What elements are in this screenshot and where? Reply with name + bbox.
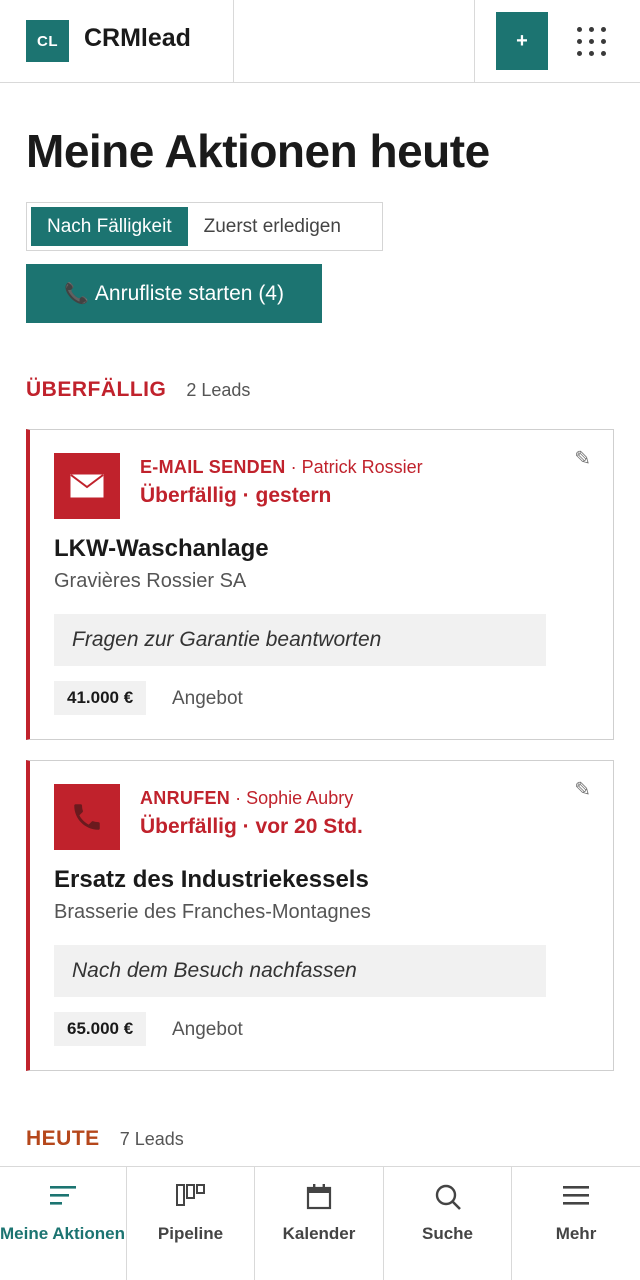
deal-amount: 65.000 € bbox=[54, 1012, 147, 1046]
add-button[interactable]: + bbox=[496, 12, 548, 70]
edit-icon[interactable]: ✎ bbox=[574, 777, 591, 802]
nav-item-my-actions[interactable]: Meine Aktionen bbox=[0, 1167, 127, 1280]
action-type: E-MAIL SENDEN bbox=[140, 457, 286, 477]
deal-stage: Angebot bbox=[172, 1019, 243, 1040]
action-type: ANRUFEN bbox=[140, 788, 231, 808]
edit-icon[interactable]: ✎ bbox=[574, 446, 591, 471]
nav-label: Suche bbox=[421, 1224, 474, 1243]
section-header-today: HEUTE 7 Leads bbox=[26, 1127, 184, 1151]
section-header-overdue: ÜBERFÄLLIG 2 Leads bbox=[26, 378, 250, 402]
contact-name[interactable]: · Patrick Rossier bbox=[291, 457, 423, 477]
contact-name[interactable]: · Sophie Aubry bbox=[235, 788, 353, 808]
sort-option-due[interactable]: Nach Fälligkeit bbox=[31, 207, 188, 246]
phone-icon: 📞 bbox=[64, 283, 89, 305]
action-card[interactable]: ✎ E-MAIL SENDEN · Patrick Rossier Überfä… bbox=[26, 429, 614, 740]
menu-icon bbox=[512, 1183, 640, 1207]
deal-stage: Angebot bbox=[172, 688, 243, 709]
sort-option-first[interactable]: Zuerst erledigen bbox=[188, 207, 357, 246]
section-count: 7 Leads bbox=[119, 1129, 184, 1149]
section-label: HEUTE bbox=[26, 1127, 100, 1150]
section-count: 2 Leads bbox=[186, 380, 251, 400]
nav-item-search[interactable]: Suche bbox=[384, 1167, 512, 1280]
header-divider bbox=[233, 0, 234, 83]
nav-item-calendar[interactable]: Kalender bbox=[255, 1167, 384, 1280]
grid-dots-icon[interactable] bbox=[570, 21, 612, 61]
action-note: Fragen zur Garantie beantworten bbox=[54, 614, 546, 666]
company-name: Gravières Rossier SA bbox=[54, 570, 247, 592]
company-name: Brasserie des Franches-Montagnes bbox=[54, 901, 371, 923]
nav-label: Mehr bbox=[555, 1224, 597, 1243]
action-note: Nach dem Besuch nachfassen bbox=[54, 945, 546, 997]
app-logo[interactable]: CL bbox=[26, 20, 69, 62]
deal-amount: 41.000 € bbox=[54, 681, 147, 715]
nav-label: Pipeline bbox=[157, 1224, 224, 1243]
app-header: CL CRMlead + bbox=[0, 0, 640, 83]
envelope-icon bbox=[54, 453, 120, 519]
action-line: ANRUFEN · Sophie Aubry bbox=[140, 788, 353, 809]
list-sort-icon bbox=[0, 1183, 126, 1207]
due-status: Überfällig · vor 20 Std. bbox=[140, 815, 363, 838]
nav-item-pipeline[interactable]: Pipeline bbox=[127, 1167, 255, 1280]
nav-item-more[interactable]: Mehr bbox=[512, 1167, 640, 1280]
deal-title[interactable]: LKW-Waschanlage bbox=[54, 535, 269, 563]
search-icon bbox=[384, 1183, 511, 1211]
section-label: ÜBERFÄLLIG bbox=[26, 378, 167, 401]
kanban-icon bbox=[127, 1183, 254, 1209]
nav-label: Kalender bbox=[282, 1224, 356, 1243]
app-name[interactable]: CRMlead bbox=[84, 24, 191, 53]
nav-label: Meine Aktionen bbox=[0, 1224, 125, 1243]
header-divider bbox=[474, 0, 475, 83]
page-title: Meine Aktionen heute bbox=[26, 125, 490, 177]
call-list-label: Anrufliste starten (4) bbox=[94, 281, 284, 305]
sort-toggle: Nach Fälligkeit Zuerst erledigen bbox=[26, 202, 383, 251]
action-card[interactable]: ✎ ANRUFEN · Sophie Aubry Überfällig · vo… bbox=[26, 760, 614, 1071]
start-call-list-button[interactable]: 📞 Anrufliste starten (4) bbox=[26, 264, 322, 323]
phone-icon bbox=[54, 784, 120, 850]
deal-title[interactable]: Ersatz des Industriekessels bbox=[54, 866, 369, 894]
calendar-icon bbox=[255, 1183, 383, 1211]
due-status: Überfällig · gestern bbox=[140, 484, 332, 507]
action-line: E-MAIL SENDEN · Patrick Rossier bbox=[140, 457, 423, 478]
bottom-nav: Meine Aktionen Pipeline Kalender Suche M… bbox=[0, 1166, 640, 1280]
